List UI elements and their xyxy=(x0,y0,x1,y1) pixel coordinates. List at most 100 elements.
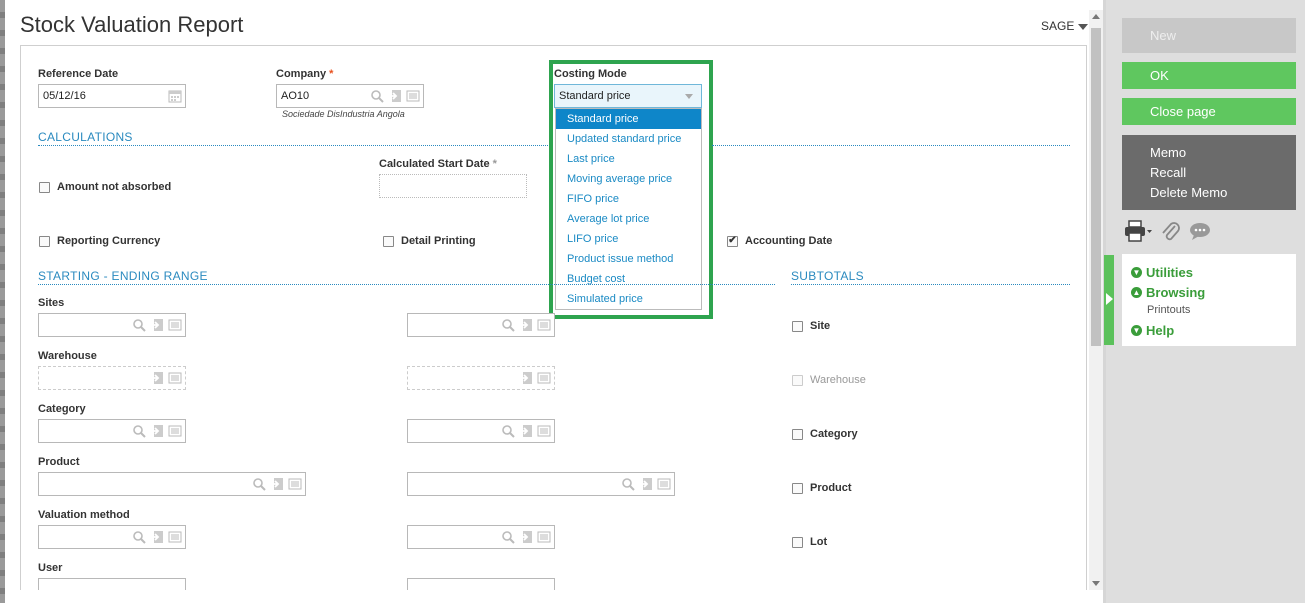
recall-button[interactable]: Recall xyxy=(1150,163,1296,183)
subtotal-product-checkbox[interactable]: Product xyxy=(792,482,852,494)
amount-not-absorbed-checkbox[interactable]: Amount not absorbed xyxy=(39,181,171,193)
user-start-field[interactable] xyxy=(38,578,186,590)
calculations-section-title: CALCULATIONS xyxy=(38,130,133,144)
goto-icon[interactable] xyxy=(150,530,164,544)
chevron-down-icon: ▼ xyxy=(1131,324,1142,336)
goto-icon[interactable] xyxy=(519,371,533,385)
goto-icon[interactable] xyxy=(150,371,164,385)
list-icon[interactable] xyxy=(168,371,182,385)
checkbox-box[interactable] xyxy=(39,181,50,193)
panel-toggle-button[interactable] xyxy=(1104,255,1114,345)
chevron-right-icon xyxy=(1106,293,1113,305)
page-title: Stock Valuation Report xyxy=(20,12,244,37)
ok-button[interactable]: OK xyxy=(1122,62,1296,89)
reporting-currency-checkbox[interactable]: Reporting Currency xyxy=(39,235,160,247)
valuation-method-end-field[interactable] xyxy=(407,525,555,549)
subtotal-site-checkbox[interactable]: Site xyxy=(792,320,830,332)
checkmark-icon[interactable]: ✔ xyxy=(727,235,738,247)
sites-start-field[interactable] xyxy=(38,313,186,337)
toolbar-icons xyxy=(1124,220,1212,247)
checkbox-box[interactable] xyxy=(792,374,803,386)
product-end-field[interactable] xyxy=(407,472,675,496)
panel-links: ▼ Utilities ▲ Browsing Printouts ▼ Help xyxy=(1122,254,1296,346)
range-section-title: STARTING - ENDING RANGE xyxy=(38,269,208,283)
goto-icon[interactable] xyxy=(270,477,284,491)
list-icon[interactable] xyxy=(537,424,551,438)
checkbox-box[interactable] xyxy=(39,235,50,247)
sites-end-field[interactable] xyxy=(407,313,555,337)
goto-icon[interactable] xyxy=(639,477,653,491)
user-menu[interactable]: SAGE xyxy=(1041,19,1089,33)
left-edge-strip xyxy=(0,0,5,603)
new-button[interactable]: New xyxy=(1122,18,1296,53)
search-icon[interactable] xyxy=(252,477,266,491)
list-icon[interactable] xyxy=(168,424,182,438)
company-label: Company * xyxy=(276,68,333,80)
search-icon[interactable] xyxy=(501,424,515,438)
list-icon[interactable] xyxy=(406,89,420,103)
warehouse-label: Warehouse xyxy=(38,350,97,362)
product-start-field[interactable] xyxy=(38,472,306,496)
scroll-down-icon[interactable] xyxy=(1092,581,1100,586)
subtotal-lot-label: Lot xyxy=(810,536,828,548)
scroll-up-icon[interactable] xyxy=(1092,14,1100,19)
goto-icon[interactable] xyxy=(388,89,402,103)
goto-icon[interactable] xyxy=(519,530,533,544)
subtotal-category-checkbox[interactable]: Category xyxy=(792,428,858,440)
list-icon[interactable] xyxy=(288,477,302,491)
checkbox-box[interactable] xyxy=(792,320,803,332)
subtotal-lot-checkbox[interactable]: Lot xyxy=(792,536,827,548)
list-icon[interactable] xyxy=(537,371,551,385)
accounting-date-checkbox[interactable]: ✔ Accounting Date xyxy=(727,235,832,247)
checkbox-box[interactable] xyxy=(792,536,803,548)
user-end-field[interactable] xyxy=(407,578,555,590)
accounting-date-label: Accounting Date xyxy=(745,235,833,247)
printouts-link[interactable]: Printouts xyxy=(1131,302,1296,318)
list-icon[interactable] xyxy=(168,530,182,544)
search-icon[interactable] xyxy=(370,89,384,103)
browsing-label: Browsing xyxy=(1146,284,1206,300)
checkbox-box[interactable] xyxy=(792,428,803,440)
goto-icon[interactable] xyxy=(519,318,533,332)
memo-button[interactable]: Memo xyxy=(1150,143,1296,163)
warehouse-end-field[interactable] xyxy=(407,366,555,390)
checkbox-box[interactable] xyxy=(792,482,803,494)
calculated-start-date-label: Calculated Start Date * xyxy=(379,158,497,170)
calendar-icon[interactable] xyxy=(168,89,182,103)
category-start-field[interactable] xyxy=(38,419,186,443)
utilities-link[interactable]: ▼ Utilities xyxy=(1131,262,1296,282)
category-end-field[interactable] xyxy=(407,419,555,443)
warehouse-start-field[interactable] xyxy=(38,366,186,390)
scrollbar-thumb[interactable] xyxy=(1091,28,1101,346)
paperclip-icon[interactable] xyxy=(1160,220,1180,247)
delete-memo-button[interactable]: Delete Memo xyxy=(1150,183,1296,203)
list-icon[interactable] xyxy=(537,530,551,544)
valuation-method-start-field[interactable] xyxy=(38,525,186,549)
subtotal-warehouse-checkbox[interactable]: Warehouse xyxy=(792,374,866,386)
search-icon[interactable] xyxy=(501,318,515,332)
search-icon[interactable] xyxy=(132,530,146,544)
company-field[interactable]: AO10 xyxy=(276,84,424,108)
close-page-button[interactable]: Close page xyxy=(1122,98,1296,125)
printer-icon[interactable] xyxy=(1124,220,1152,247)
browsing-link[interactable]: ▲ Browsing xyxy=(1131,282,1296,302)
goto-icon[interactable] xyxy=(519,424,533,438)
search-icon[interactable] xyxy=(621,477,635,491)
search-icon[interactable] xyxy=(132,318,146,332)
help-link[interactable]: ▼ Help xyxy=(1131,320,1296,340)
list-icon[interactable] xyxy=(537,318,551,332)
range-divider xyxy=(38,284,775,285)
search-icon[interactable] xyxy=(501,530,515,544)
goto-icon[interactable] xyxy=(150,318,164,332)
goto-icon[interactable] xyxy=(150,424,164,438)
list-icon[interactable] xyxy=(657,477,671,491)
list-icon[interactable] xyxy=(168,318,182,332)
calculated-start-date-field[interactable] xyxy=(379,174,527,198)
checkbox-box[interactable] xyxy=(383,235,394,247)
reference-date-field[interactable]: 05/12/16 xyxy=(38,84,186,108)
detail-printing-checkbox[interactable]: Detail Printing xyxy=(383,235,476,247)
vertical-scrollbar[interactable] xyxy=(1089,10,1103,590)
company-value: AO10 xyxy=(281,90,310,102)
comment-icon[interactable] xyxy=(1188,221,1212,246)
search-icon[interactable] xyxy=(132,424,146,438)
